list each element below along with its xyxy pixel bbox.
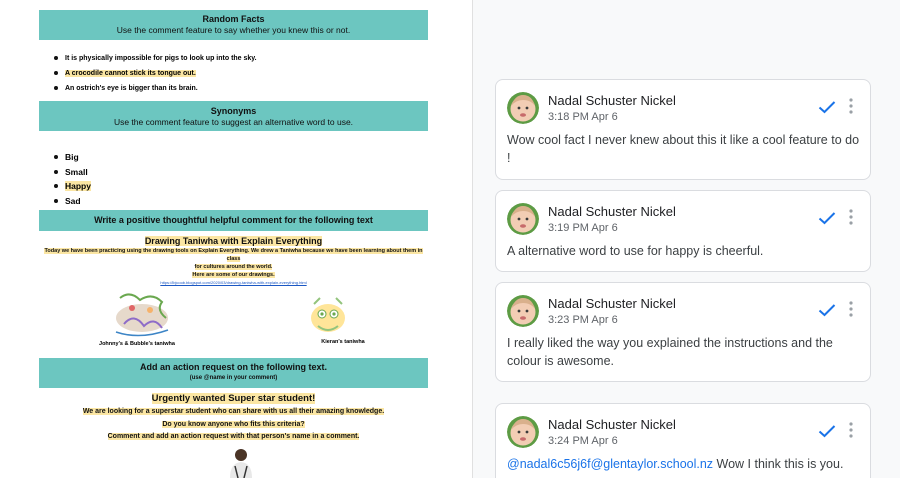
comment-card[interactable]: Nadal Schuster Nickel 3:24 PM Apr 6 @nad… (495, 403, 871, 478)
synonyms-list: Big Small Happy Sad (54, 150, 91, 208)
comment-card[interactable]: Nadal Schuster Nickel 3:23 PM Apr 6 I re… (495, 282, 871, 382)
list-item[interactable]: Big (54, 150, 91, 165)
comment-author: Nadal Schuster Nickel (548, 93, 676, 108)
random-facts-list: It is physically impossible for pigs to … (54, 51, 257, 96)
avatar (507, 416, 539, 448)
comment-author: Nadal Schuster Nickel (548, 296, 676, 311)
comment-time: 3:24 PM Apr 6 (548, 435, 618, 447)
taniwha-section: Drawing Taniwha with Explain Everything … (39, 235, 428, 286)
taniwha-drawing-left (115, 293, 169, 337)
comment-text: I really liked the way you explained the… (507, 336, 833, 368)
list-item[interactable]: Small (54, 165, 91, 180)
random-facts-banner: Random Facts Use the comment feature to … (39, 10, 428, 40)
list-item[interactable]: Sad (54, 194, 91, 209)
document-page: Random Facts Use the comment feature to … (0, 0, 472, 478)
check-icon[interactable] (818, 303, 836, 317)
synonyms-banner: Synonyms Use the comment feature to sugg… (39, 101, 428, 131)
taniwha-line3[interactable]: Here are some of our drawings. (192, 272, 275, 278)
caption-left: Johnny's & Bubble's taniwha (99, 341, 175, 347)
comment-author: Nadal Schuster Nickel (548, 417, 676, 432)
action-request-banner: Add an action request on the following t… (39, 358, 428, 388)
comment-text: A alternative word to use for happy is c… (507, 244, 764, 258)
comment-task-title: Write a positive thoughtful helpful comm… (94, 215, 373, 225)
superstar-section: Urgently wanted Super star student! We a… (39, 392, 428, 444)
more-vert-icon[interactable] (849, 301, 853, 317)
taniwha-heading[interactable]: Drawing Taniwha with Explain Everything (144, 236, 323, 246)
comment-card[interactable]: Nadal Schuster Nickel 3:18 PM Apr 6 Wow … (495, 79, 871, 180)
superstar-photo (230, 449, 252, 478)
check-icon[interactable] (818, 211, 836, 225)
avatar (507, 92, 539, 124)
comment-card[interactable]: Nadal Schuster Nickel 3:19 PM Apr 6 A al… (495, 190, 871, 272)
comment-time: 3:23 PM Apr 6 (548, 314, 618, 326)
random-facts-title: Random Facts (202, 14, 265, 24)
highlighted-text: Happy (65, 181, 91, 191)
action-request-subtitle: (use @name in your comment) (189, 375, 278, 381)
more-vert-icon[interactable] (849, 209, 853, 225)
comment-task-banner: Write a positive thoughtful helpful comm… (39, 210, 428, 231)
taniwha-line1[interactable]: Today we have been practicing using the … (44, 248, 423, 262)
random-facts-subtitle: Use the comment feature to say whether y… (116, 25, 351, 35)
avatar (507, 203, 539, 235)
check-icon[interactable] (818, 100, 836, 114)
comment-author: Nadal Schuster Nickel (548, 204, 676, 219)
superstar-line2[interactable]: Do you know anyone who fits this criteri… (162, 420, 305, 428)
list-item[interactable]: A crocodile cannot stick its tongue out. (54, 66, 257, 81)
comment-time: 3:18 PM Apr 6 (548, 111, 618, 123)
comment-text: @nadal6c56j6f@glentaylor.school.nz Wow I… (507, 455, 862, 473)
taniwha-link[interactable]: https://lbjcoob.blogspot.com/2020/03/dra… (39, 279, 428, 286)
synonyms-title: Synonyms (210, 106, 257, 116)
list-item[interactable]: An ostrich's eye is bigger than its brai… (54, 81, 257, 96)
comment-time: 3:19 PM Apr 6 (548, 222, 618, 234)
action-request-title: Add an action request on the following t… (139, 362, 327, 372)
taniwha-line2[interactable]: for cultures around the world. (194, 264, 273, 270)
more-vert-icon[interactable] (849, 98, 853, 114)
comment-text: Wow cool fact I never knew about this it… (507, 133, 860, 165)
mention-link[interactable]: @nadal6c56j6f@glentaylor.school.nz (507, 457, 713, 471)
superstar-heading[interactable]: Urgently wanted Super star student! (151, 393, 316, 404)
synonyms-subtitle: Use the comment feature to suggest an al… (113, 117, 354, 127)
list-item[interactable]: It is physically impossible for pigs to … (54, 51, 257, 66)
comment-text-rest: Wow I think this is you. (713, 457, 844, 471)
highlighted-text: A crocodile cannot stick its tongue out. (65, 70, 196, 77)
avatar (507, 295, 539, 327)
check-icon[interactable] (818, 424, 836, 438)
caption-right: Kieran's taniwha (321, 339, 365, 345)
list-item[interactable]: Happy (54, 179, 91, 194)
superstar-line3[interactable]: Comment and add an action request with t… (107, 433, 360, 440)
more-vert-icon[interactable] (849, 422, 853, 438)
superstar-line1[interactable]: We are looking for a superstar student w… (82, 408, 385, 415)
taniwha-drawing-right (311, 297, 345, 332)
